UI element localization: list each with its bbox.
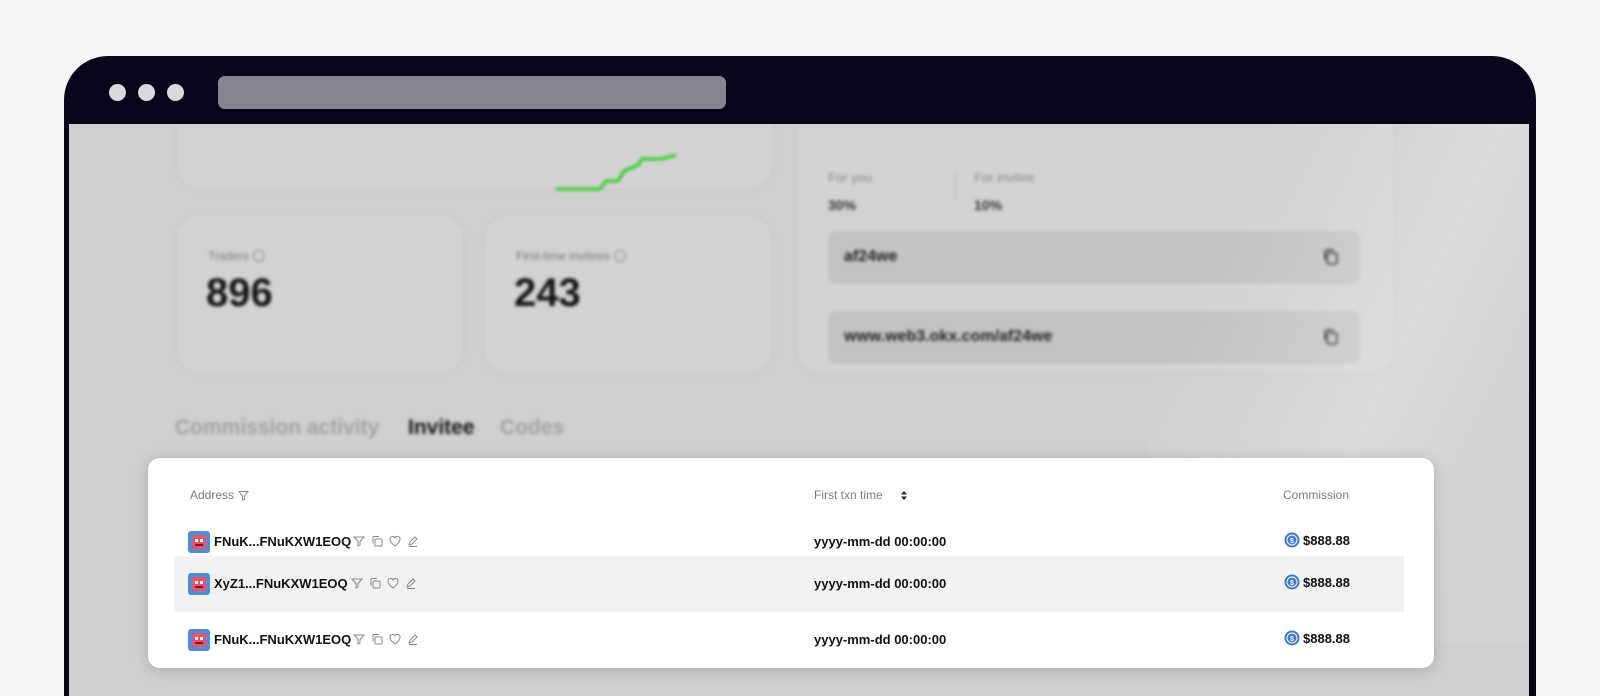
traders-label: Traders <box>208 249 249 263</box>
address-header-label: Address <box>190 488 235 502</box>
copy-icon[interactable] <box>370 632 384 646</box>
address-actions <box>352 534 424 548</box>
edit-icon[interactable] <box>404 576 418 590</box>
usdc-coin-icon: $ <box>1284 630 1300 646</box>
first-time-invitees-value: 243 <box>514 271 581 315</box>
tab-invitee[interactable]: Invitee <box>408 416 475 440</box>
usdc-coin-icon: $ <box>1284 574 1300 590</box>
edit-icon[interactable] <box>406 632 420 646</box>
commission-value: $888.88 <box>1303 575 1350 590</box>
for-invitee-label: For invitee <box>974 170 1035 185</box>
for-invitee-value: 10% <box>974 197 1003 213</box>
referral-code: af24we <box>844 248 898 265</box>
filter-icon[interactable] <box>350 576 364 590</box>
address-text: XyZ1...FNuKXW1EOQ <box>214 576 348 591</box>
info-icon[interactable] <box>252 250 265 262</box>
copy-icon[interactable] <box>370 534 384 548</box>
commission-value: $888.88 <box>1303 631 1350 646</box>
window-minimize-dot[interactable] <box>138 84 155 101</box>
tab-commission-activity[interactable]: Commission activity <box>175 416 379 440</box>
filter-icon[interactable] <box>238 490 250 501</box>
address-avatar <box>188 531 210 553</box>
trend-card <box>175 124 774 191</box>
referral-link: www.web3.okx.com/af24we <box>844 328 1053 345</box>
filter-icon[interactable] <box>352 632 366 646</box>
address-actions <box>350 576 422 590</box>
for-you-label: For you <box>828 170 873 185</box>
sparkline-line <box>556 153 676 191</box>
commission-cell: $ $888.88 <box>1284 532 1350 550</box>
first-txn-time-cell: yyyy-mm-dd 00:00:00 <box>814 576 947 591</box>
address-bar[interactable] <box>218 76 726 109</box>
for-you-value: 30% <box>828 197 857 213</box>
favorite-icon[interactable] <box>388 534 402 548</box>
commission-value: $888.88 <box>1303 533 1350 548</box>
first-time-invitees-card: First-time invitees 243 <box>483 214 773 374</box>
address-actions <box>352 632 424 646</box>
commission-cell: $ $888.88 <box>1284 574 1350 592</box>
window-zoom-dot[interactable] <box>167 84 184 101</box>
invitee-table: Address First txn time Commission FNuK..… <box>148 458 1434 668</box>
favorite-icon[interactable] <box>386 576 400 590</box>
column-header-address[interactable]: Address <box>190 488 250 502</box>
table-row[interactable]: XyZ1...FNuKXW1EOQ yyyy-mm-dd 00:00:00 $ $… <box>174 556 1404 612</box>
edit-icon[interactable] <box>406 534 420 548</box>
window-close-dot[interactable] <box>109 84 126 101</box>
traders-value: 896 <box>206 271 273 315</box>
first-txn-time-header-label: First txn time <box>814 488 883 502</box>
address-avatar <box>188 573 210 595</box>
sort-icon[interactable] <box>889 490 911 501</box>
address-text: FNuK...FNuKXW1EOQ <box>214 534 352 549</box>
address-avatar <box>188 629 210 651</box>
title-bar <box>64 56 1536 124</box>
first-time-invitees-label-row: First-time invitees <box>516 249 627 263</box>
svg-text:$: $ <box>1290 580 1294 587</box>
column-header-commission: Commission <box>1283 488 1350 502</box>
traders-label-row: Traders <box>208 249 265 263</box>
copy-icon[interactable] <box>368 576 382 590</box>
svg-text:$: $ <box>1290 538 1294 545</box>
share-divider <box>955 172 956 200</box>
svg-text:$: $ <box>1290 636 1294 643</box>
usdc-coin-icon: $ <box>1284 532 1300 548</box>
first-txn-time-cell: yyyy-mm-dd 00:00:00 <box>814 632 947 647</box>
favorite-icon[interactable] <box>388 632 402 646</box>
commission-cell: $ $888.88 <box>1284 630 1350 648</box>
traders-card: Traders 896 <box>175 214 465 374</box>
filter-icon[interactable] <box>352 534 366 548</box>
table-row[interactable]: FNuK...FNuKXW1EOQ yyyy-mm-dd 00:00:00 $ $… <box>174 612 1404 668</box>
address-text: FNuK...FNuKXW1EOQ <box>214 632 352 647</box>
first-time-invitees-label: First-time invitees <box>516 249 611 263</box>
first-txn-time-cell: yyyy-mm-dd 00:00:00 <box>814 534 947 549</box>
info-icon[interactable] <box>614 250 627 262</box>
column-header-first-txn-time[interactable]: First txn time <box>814 488 911 502</box>
tab-codes[interactable]: Codes <box>500 416 564 440</box>
sparkline-chart <box>556 153 676 191</box>
